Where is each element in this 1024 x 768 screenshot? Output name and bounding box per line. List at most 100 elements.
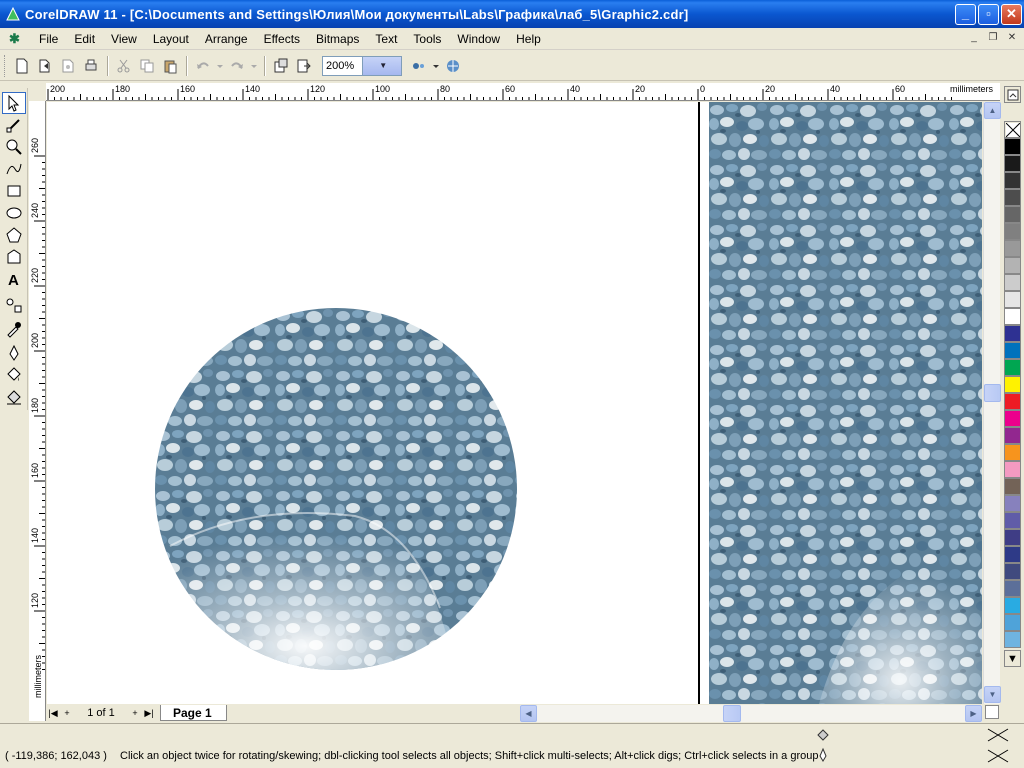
pebble-circle-object[interactable]: [155, 308, 517, 670]
color-swatch[interactable]: [1004, 172, 1021, 189]
doc-minimize-button[interactable]: _: [966, 31, 982, 45]
menu-bitmaps[interactable]: Bitmaps: [308, 29, 367, 49]
redo-dropdown[interactable]: [249, 55, 259, 77]
menu-view[interactable]: View: [103, 29, 145, 49]
color-swatch[interactable]: [1004, 206, 1021, 223]
scroll-left-arrow-icon[interactable]: ◀: [520, 705, 537, 722]
page-tab[interactable]: Page 1: [160, 705, 227, 721]
color-swatch[interactable]: [1004, 223, 1021, 240]
color-swatch[interactable]: [1004, 274, 1021, 291]
menu-window[interactable]: Window: [449, 29, 508, 49]
pick-tool[interactable]: [2, 92, 26, 114]
menu-effects[interactable]: Effects: [256, 29, 308, 49]
coreldraw-app-icon[interactable]: [5, 6, 21, 22]
color-swatch[interactable]: [1004, 257, 1021, 274]
shape-tool[interactable]: [2, 114, 26, 136]
vertical-scroll-thumb[interactable]: [984, 384, 1001, 402]
color-swatch[interactable]: [1004, 461, 1021, 478]
horizontal-ruler[interactable]: 200 180 160 140 120 100 80 60 40 20 0 20 40 60 millim…: [46, 83, 1000, 101]
undo-dropdown[interactable]: [215, 55, 225, 77]
color-swatch[interactable]: [1004, 597, 1021, 614]
color-swatch[interactable]: [1004, 376, 1021, 393]
fill-tool[interactable]: [2, 364, 26, 386]
color-swatch[interactable]: [1004, 478, 1021, 495]
outline-pen-icon[interactable]: [815, 747, 831, 763]
toolbar-grip[interactable]: [4, 54, 7, 77]
color-swatch[interactable]: [1004, 614, 1021, 631]
text-tool[interactable]: A: [2, 268, 26, 290]
redo-button[interactable]: [226, 55, 248, 77]
minimize-button[interactable]: _: [955, 4, 976, 25]
color-swatch[interactable]: [1004, 325, 1021, 342]
scroll-up-arrow-icon[interactable]: ▲: [984, 102, 1001, 119]
color-swatch[interactable]: [1004, 393, 1021, 410]
color-swatch[interactable]: [1004, 342, 1021, 359]
color-swatch[interactable]: [1004, 512, 1021, 529]
doc-restore-button[interactable]: ❐: [985, 31, 1001, 45]
interactive-blend-tool[interactable]: [2, 294, 26, 316]
color-swatch[interactable]: [1004, 189, 1021, 206]
zoom-tool[interactable]: [2, 136, 26, 158]
freehand-tool[interactable]: [2, 158, 26, 180]
ruler-origin-corner[interactable]: [29, 83, 46, 101]
polygon-tool[interactable]: [2, 224, 26, 246]
menu-tools[interactable]: Tools: [405, 29, 449, 49]
palette-scroll-up-icon[interactable]: [1004, 86, 1021, 103]
palette-scroll-down-icon[interactable]: ▼: [1004, 650, 1021, 667]
color-swatch[interactable]: [1004, 291, 1021, 308]
corel-online-button[interactable]: [442, 55, 464, 77]
color-swatch[interactable]: [1004, 308, 1021, 325]
zoom-level-combobox[interactable]: 200% ▼: [322, 55, 402, 76]
add-page-before-icon[interactable]: +: [60, 706, 74, 720]
vertical-ruler[interactable]: 260 240 220 200 180 160 140 120 millimeters: [29, 101, 46, 721]
color-swatch[interactable]: [1004, 444, 1021, 461]
paste-button[interactable]: [159, 55, 181, 77]
application-launcher-button[interactable]: [408, 55, 430, 77]
outline-tool[interactable]: [2, 342, 26, 364]
menu-help[interactable]: Help: [508, 29, 549, 49]
horizontal-scroll-thumb[interactable]: [723, 705, 741, 722]
eyedropper-tool[interactable]: [2, 318, 26, 340]
ellipse-tool[interactable]: [2, 202, 26, 224]
menu-file[interactable]: File: [31, 29, 66, 49]
import-button[interactable]: [270, 55, 292, 77]
rectangle-tool[interactable]: [2, 180, 26, 202]
color-swatch[interactable]: [1004, 529, 1021, 546]
save-button[interactable]: [57, 55, 79, 77]
color-swatch[interactable]: [1004, 580, 1021, 597]
menu-edit[interactable]: Edit: [66, 29, 103, 49]
cut-button[interactable]: [113, 55, 135, 77]
color-swatch[interactable]: [1004, 359, 1021, 376]
color-swatch[interactable]: [1004, 427, 1021, 444]
first-page-icon[interactable]: |◀: [46, 706, 60, 720]
close-button[interactable]: ✕: [1001, 4, 1022, 25]
scroll-right-arrow-icon[interactable]: ▶: [965, 705, 982, 722]
restore-button[interactable]: ▫: [978, 4, 999, 25]
new-button[interactable]: [11, 55, 33, 77]
copy-button[interactable]: [136, 55, 158, 77]
print-button[interactable]: [80, 55, 102, 77]
basic-shapes-tool[interactable]: [2, 246, 26, 268]
document-menu-icon[interactable]: ✱: [9, 31, 23, 46]
color-swatch[interactable]: [1004, 410, 1021, 427]
view-navigator-button[interactable]: [985, 705, 999, 719]
horizontal-scrollbar[interactable]: ◀ ▶: [520, 705, 982, 722]
color-swatch[interactable]: [1004, 546, 1021, 563]
fill-bucket-icon[interactable]: [815, 727, 831, 743]
color-swatch[interactable]: [1004, 138, 1021, 155]
interactive-fill-tool[interactable]: [2, 386, 26, 408]
menu-arrange[interactable]: Arrange: [197, 29, 256, 49]
last-page-icon[interactable]: ▶|: [142, 706, 156, 720]
color-swatch[interactable]: [1004, 155, 1021, 172]
vertical-scrollbar[interactable]: ▲ ▼: [983, 102, 1001, 704]
color-swatch[interactable]: [1004, 495, 1021, 512]
undo-button[interactable]: [192, 55, 214, 77]
color-swatch[interactable]: [1004, 240, 1021, 257]
no-fill-swatch[interactable]: [1004, 121, 1021, 138]
chevron-down-icon[interactable]: ▼: [361, 56, 401, 75]
pebble-background-object[interactable]: [709, 102, 982, 704]
color-swatch[interactable]: [1004, 631, 1021, 648]
launcher-dropdown[interactable]: [431, 55, 441, 77]
menu-layout[interactable]: Layout: [145, 29, 197, 49]
scroll-down-arrow-icon[interactable]: ▼: [984, 686, 1001, 703]
